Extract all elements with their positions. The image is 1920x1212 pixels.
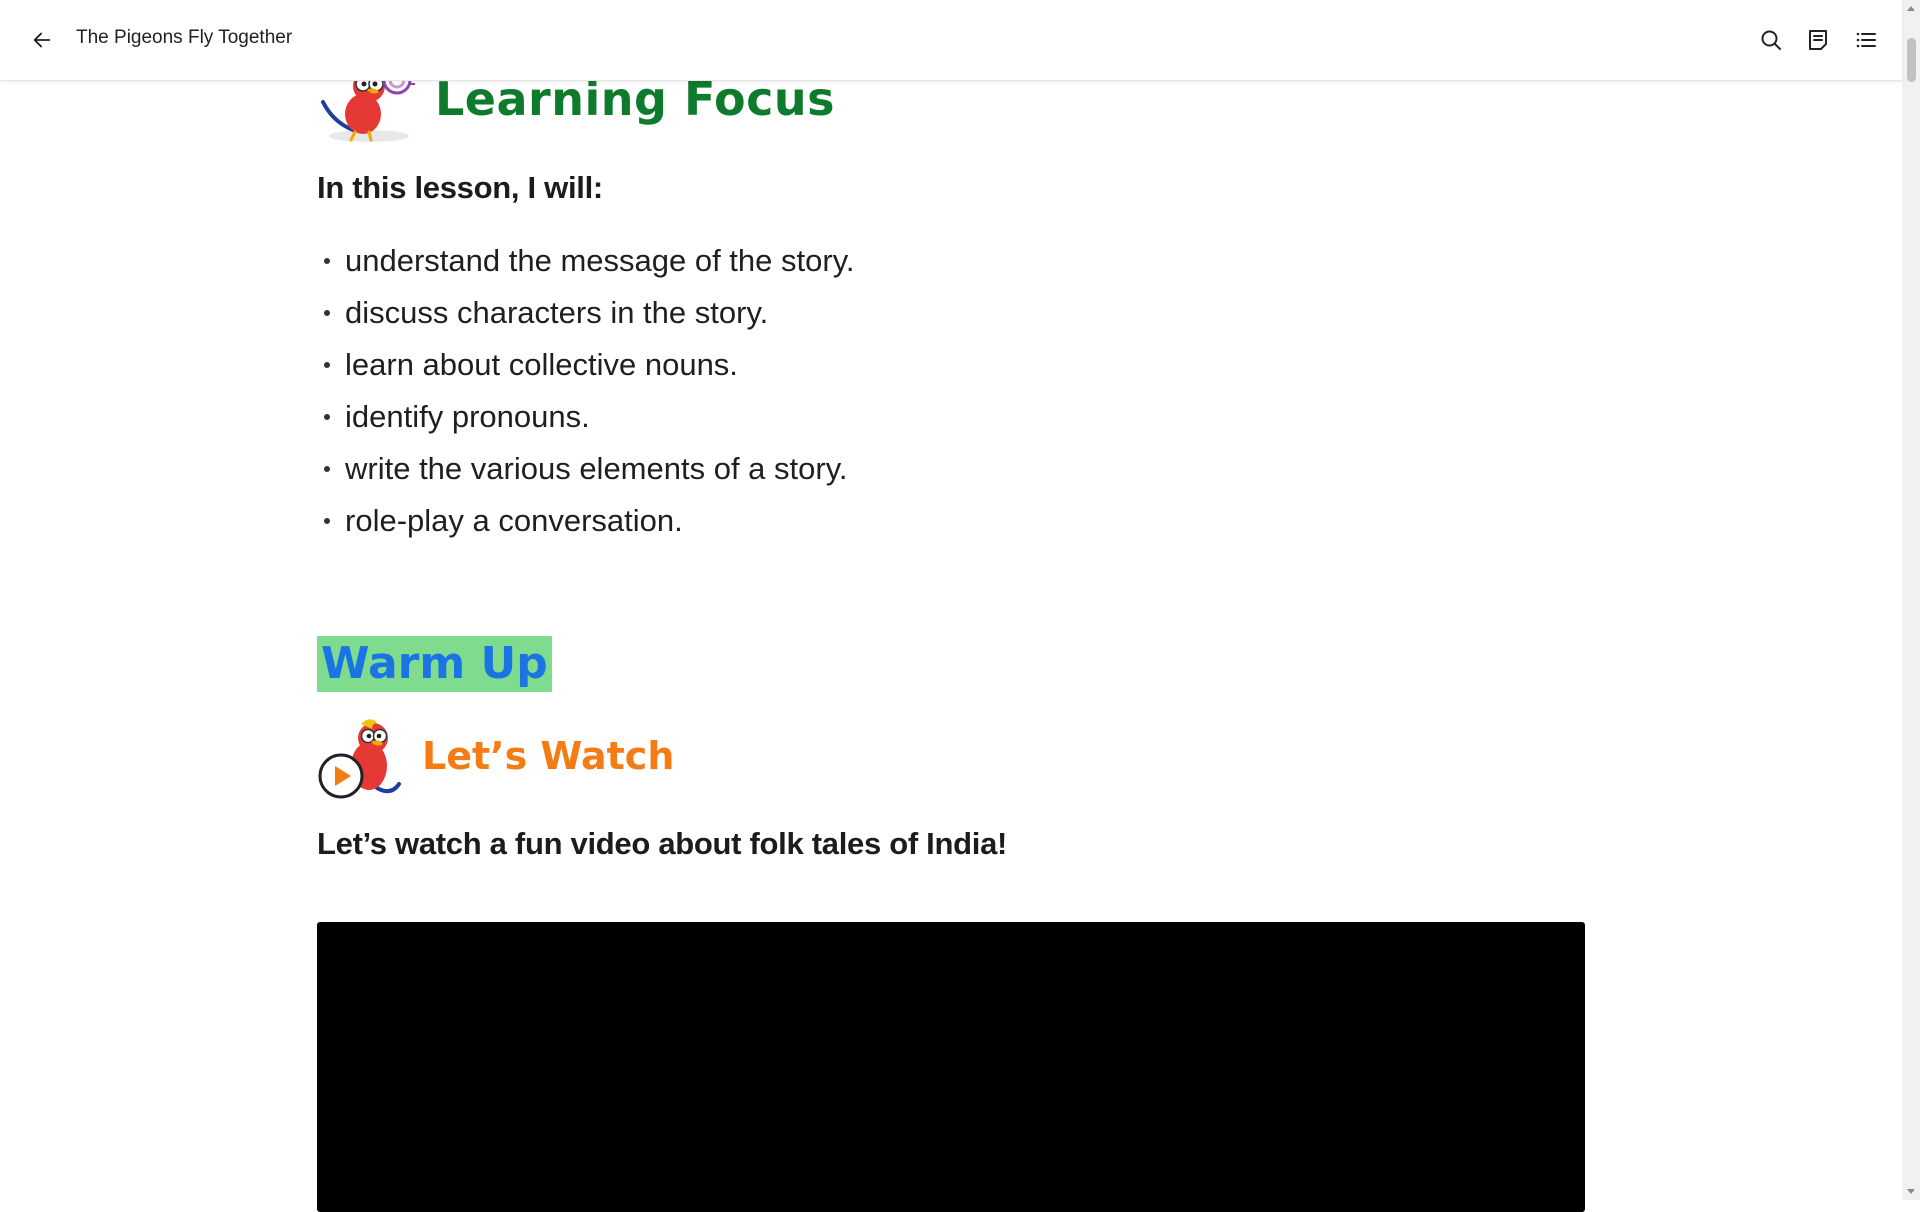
search-icon bbox=[1761, 30, 1781, 50]
video-intro-text: Let’s watch a fun video about folk tales… bbox=[317, 826, 1008, 861]
search-button[interactable] bbox=[1753, 22, 1789, 58]
arrow-left-icon bbox=[33, 32, 51, 48]
list-icon bbox=[1856, 32, 1876, 48]
bullet-icon bbox=[324, 310, 330, 316]
back-button[interactable] bbox=[24, 22, 60, 58]
notes-button[interactable] bbox=[1800, 22, 1836, 58]
lesson-intro: In this lesson, I will: bbox=[317, 170, 603, 205]
top-bar: The Pigeons Fly Together bbox=[0, 0, 1902, 81]
bullet-icon bbox=[324, 466, 330, 472]
table-of-contents-button[interactable] bbox=[1848, 22, 1884, 58]
parrot-video-mascot-icon bbox=[318, 719, 401, 799]
scroll-up-arrow-icon[interactable] bbox=[1907, 6, 1915, 11]
goal-text: write the various elements of a story. bbox=[345, 451, 848, 486]
list-item: discuss characters in the story. bbox=[317, 288, 855, 340]
scrollbar-thumb[interactable] bbox=[1907, 38, 1916, 82]
bullet-icon bbox=[324, 518, 330, 524]
learning-goals-list: understand the message of the story. dis… bbox=[317, 236, 855, 548]
notes-icon bbox=[1809, 30, 1827, 50]
list-item: write the various elements of a story. bbox=[317, 444, 855, 496]
goal-text: discuss characters in the story. bbox=[345, 295, 769, 330]
goal-text: identify pronouns. bbox=[345, 399, 590, 434]
list-item: understand the message of the story. bbox=[317, 236, 855, 288]
list-item: identify pronouns. bbox=[317, 392, 855, 444]
scroll-down-arrow-icon[interactable] bbox=[1907, 1189, 1915, 1194]
goal-text: understand the message of the story. bbox=[345, 243, 855, 278]
lets-watch-heading: Let’s Watch bbox=[422, 734, 675, 778]
book-title: The Pigeons Fly Together bbox=[76, 27, 293, 48]
goal-text: learn about collective nouns. bbox=[345, 347, 738, 382]
video-player[interactable] bbox=[317, 922, 1585, 1212]
bullet-icon bbox=[324, 414, 330, 420]
list-item: role-play a conversation. bbox=[317, 496, 855, 548]
lesson-content: Learning Focus In this lesson, I will: u… bbox=[317, 0, 1587, 1212]
bullet-icon bbox=[324, 258, 330, 264]
list-item: learn about collective nouns. bbox=[317, 340, 855, 392]
warm-up-heading: Warm Up bbox=[317, 636, 552, 692]
goal-text: role-play a conversation. bbox=[345, 503, 683, 538]
bullet-icon bbox=[324, 362, 330, 368]
page-scrollbar[interactable] bbox=[1902, 0, 1920, 1200]
